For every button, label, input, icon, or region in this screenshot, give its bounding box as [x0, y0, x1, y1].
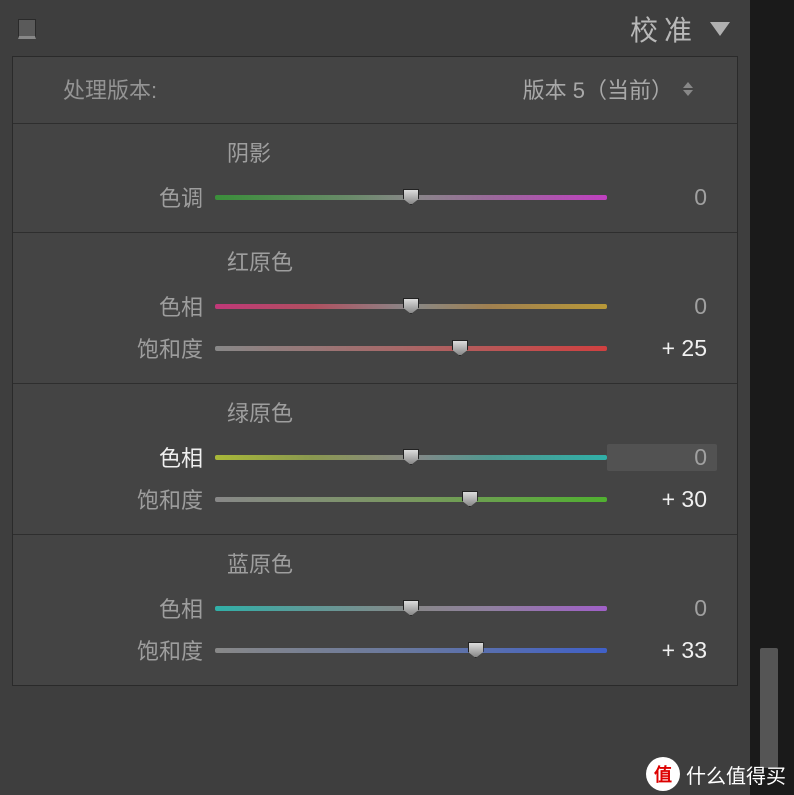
green-hue-value[interactable]: 0: [607, 444, 717, 471]
green-saturation-slider[interactable]: [215, 489, 607, 509]
shadow-tint-value[interactable]: 0: [607, 184, 717, 211]
red-hue-value[interactable]: 0: [607, 293, 717, 320]
green-section-title: 绿原色: [33, 396, 717, 428]
red-hue-slider[interactable]: [215, 296, 607, 316]
process-version-value: 版本 5（当前）: [523, 73, 673, 105]
blue-saturation-slider[interactable]: [215, 640, 607, 660]
green-saturation-row: 饱和度 + 30: [33, 478, 717, 520]
green-hue-slider[interactable]: [215, 447, 607, 467]
blue-section-title: 蓝原色: [33, 547, 717, 579]
green-saturation-value[interactable]: + 30: [607, 486, 717, 513]
collapse-icon[interactable]: [710, 22, 730, 36]
process-version-row: 处理版本: 版本 5（当前）: [13, 57, 737, 124]
red-saturation-value[interactable]: + 25: [607, 335, 717, 362]
green-primary-section: 绿原色 色相 0 饱和度 + 30: [13, 384, 737, 535]
green-hue-label: 色相: [33, 441, 215, 473]
blue-primary-section: 蓝原色 色相 0 饱和度 + 33: [13, 535, 737, 685]
red-saturation-label: 饱和度: [33, 332, 215, 364]
panel-toggle[interactable]: [18, 19, 36, 39]
shadow-tint-slider[interactable]: [215, 187, 607, 207]
watermark: 值 什么值得买: [646, 757, 786, 791]
slider-thumb[interactable]: [403, 189, 419, 205]
blue-hue-value[interactable]: 0: [607, 595, 717, 622]
red-saturation-slider[interactable]: [215, 338, 607, 358]
slider-thumb[interactable]: [403, 449, 419, 465]
panel-header: 校准: [0, 0, 750, 56]
red-section-title: 红原色: [33, 245, 717, 277]
shadows-section-title: 阴影: [33, 136, 717, 168]
green-hue-row: 色相 0: [33, 436, 717, 478]
process-version-label: 处理版本:: [63, 73, 157, 105]
slider-thumb[interactable]: [468, 642, 484, 658]
watermark-text: 什么值得买: [686, 760, 786, 789]
blue-saturation-value[interactable]: + 33: [607, 637, 717, 664]
panel-title: 校准: [630, 9, 698, 49]
red-saturation-row: 饱和度 + 25: [33, 327, 717, 369]
shadow-tint-row: 色调 0: [33, 176, 717, 218]
panel-content: 处理版本: 版本 5（当前） 阴影 色调 0: [12, 56, 738, 686]
blue-saturation-label: 饱和度: [33, 634, 215, 666]
stepper-icon: [683, 82, 693, 96]
scrollbar[interactable]: [760, 648, 778, 768]
shadows-section: 阴影 色调 0: [13, 124, 737, 233]
blue-hue-slider[interactable]: [215, 598, 607, 618]
blue-hue-label: 色相: [33, 592, 215, 624]
blue-hue-row: 色相 0: [33, 587, 717, 629]
slider-thumb[interactable]: [403, 298, 419, 314]
blue-saturation-row: 饱和度 + 33: [33, 629, 717, 671]
green-saturation-label: 饱和度: [33, 483, 215, 515]
shadow-tint-label: 色调: [33, 181, 215, 213]
process-version-dropdown[interactable]: 版本 5（当前）: [157, 73, 717, 105]
red-hue-label: 色相: [33, 290, 215, 322]
red-primary-section: 红原色 色相 0 饱和度 + 25: [13, 233, 737, 384]
red-hue-row: 色相 0: [33, 285, 717, 327]
slider-thumb[interactable]: [462, 491, 478, 507]
slider-thumb[interactable]: [403, 600, 419, 616]
slider-thumb[interactable]: [452, 340, 468, 356]
watermark-badge: 值: [646, 757, 680, 791]
